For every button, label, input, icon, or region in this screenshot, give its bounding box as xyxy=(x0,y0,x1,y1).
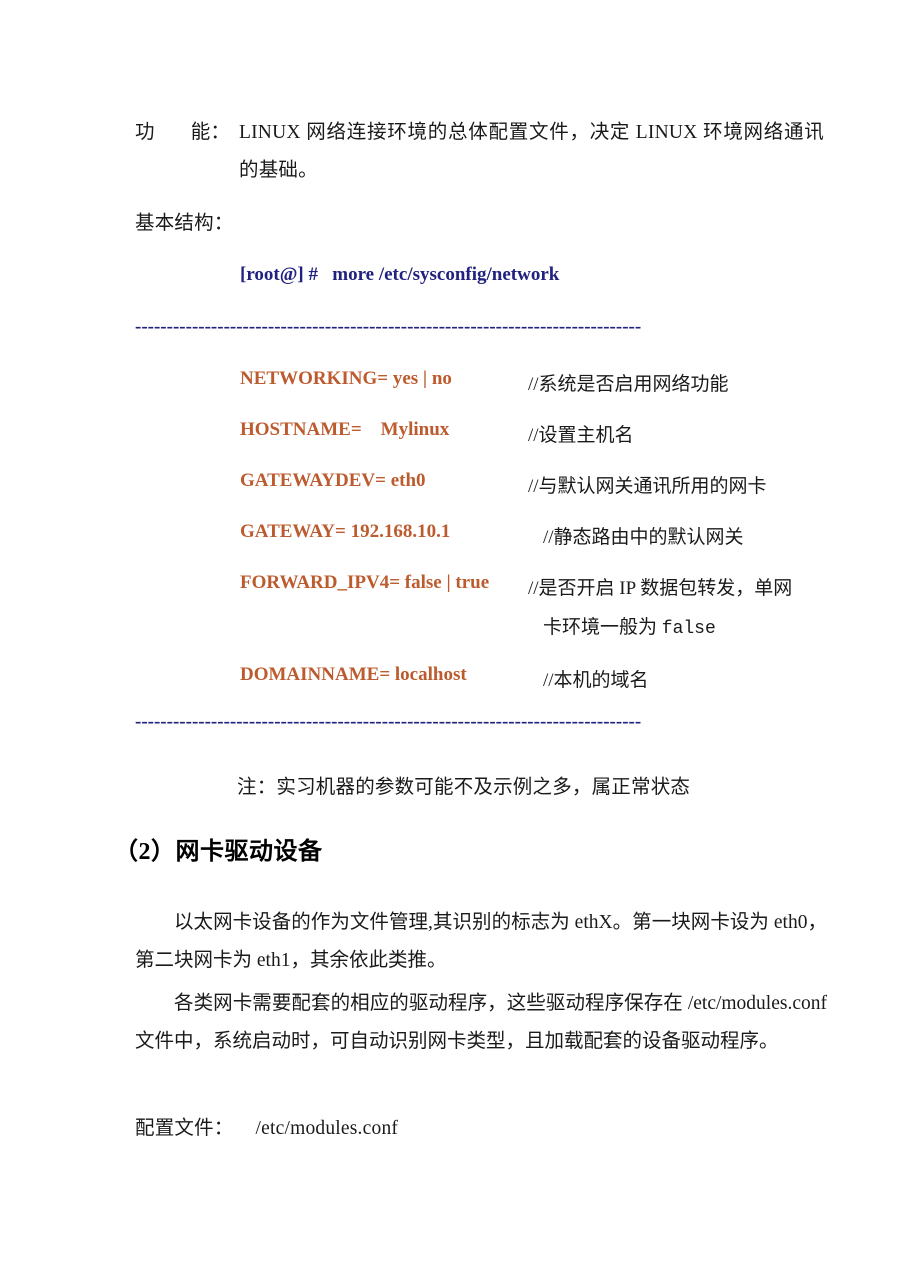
config-comment-gatewaydev: //与默认网关通讯所用的网卡 xyxy=(528,476,767,497)
config-row-gatewaydev: GATEWAYDEV= eth0 //与默认网关通讯所用的网卡 xyxy=(240,470,880,504)
paragraph-driver-modules: 各类网卡需要配套的相应的驱动程序，这些驱动程序保存在 /etc/modules.… xyxy=(135,993,827,1052)
config-key-networking: NETWORKING= yes | no xyxy=(240,368,452,389)
separator-rule-top: ----------------------------------------… xyxy=(135,316,642,337)
config-key-hostname: HOSTNAME= Mylinux xyxy=(240,419,450,440)
config-key-domainname: DOMAINNAME= localhost xyxy=(240,664,467,685)
paragraph-nic-naming: 以太网卡设备的作为文件管理,其识别的标志为 ethX。第一块网卡设为 eth0，… xyxy=(135,912,827,971)
config-row-forward-ipv4: FORWARD_IPV4= false | true //是否开启 IP 数据包… xyxy=(240,572,880,606)
function-label-rest: 能： xyxy=(190,122,231,143)
config-row-hostname: HOSTNAME= Mylinux //设置主机名 xyxy=(240,419,880,453)
config-row-domainname: DOMAINNAME= localhost //本机的域名 xyxy=(240,664,880,698)
function-definition-block: 功 能： LINUX 网络连接环境的总体配置文件，决定 LINUX 环境网络通讯的基… xyxy=(135,114,827,190)
continuation-cjk: 卡环境一般为 xyxy=(543,617,662,638)
function-label: 功 能： xyxy=(135,114,239,152)
config-comment-forward-ipv4: //是否开启 IP 数据包转发，单网 xyxy=(528,578,793,599)
note-text: 注：实习机器的参数可能不及示例之多，属正常状态 xyxy=(237,777,691,798)
config-comment-hostname: //设置主机名 xyxy=(528,425,634,446)
config-key-gateway: GATEWAY= 192.168.10.1 xyxy=(240,521,451,542)
continuation-text: 卡环境一般为 false xyxy=(543,612,716,639)
section-heading: （2）网卡驱动设备 xyxy=(114,839,323,865)
config-comment-gateway: //静态路由中的默认网关 xyxy=(543,527,744,548)
document-page: 功 能： LINUX 网络连接环境的总体配置文件，决定 LINUX 环境网络通讯的基… xyxy=(0,0,920,1277)
config-comment-forward-ipv4-continuation: 卡环境一般为 false xyxy=(240,612,880,646)
shell-command-line: [root@] # more /etc/sysconfig/network xyxy=(240,264,560,285)
config-file-line: 配置文件： /etc/modules.conf xyxy=(135,1110,398,1148)
config-row-gateway: GATEWAY= 192.168.10.1 //静态路由中的默认网关 xyxy=(240,521,880,555)
continuation-mono-value: false xyxy=(661,619,716,639)
separator-rule-bottom: ----------------------------------------… xyxy=(135,711,642,732)
config-comment-domainname: //本机的域名 xyxy=(543,670,649,691)
function-definition-text: LINUX 网络连接环境的总体配置文件，决定 LINUX 环境网络通讯的基础。 xyxy=(239,122,824,181)
config-file-path: /etc/modules.conf xyxy=(255,1118,399,1139)
basic-structure-label: 基本结构： xyxy=(135,213,234,234)
config-key-gatewaydev: GATEWAYDEV= eth0 xyxy=(240,470,426,491)
function-label-char: 功 xyxy=(135,122,155,143)
config-row-networking: NETWORKING= yes | no //系统是否启用网络功能 xyxy=(240,368,880,402)
config-file-label: 配置文件： xyxy=(135,1118,234,1139)
config-key-forward-ipv4: FORWARD_IPV4= false | true xyxy=(240,572,490,593)
config-comment-networking: //系统是否启用网络功能 xyxy=(528,374,729,395)
